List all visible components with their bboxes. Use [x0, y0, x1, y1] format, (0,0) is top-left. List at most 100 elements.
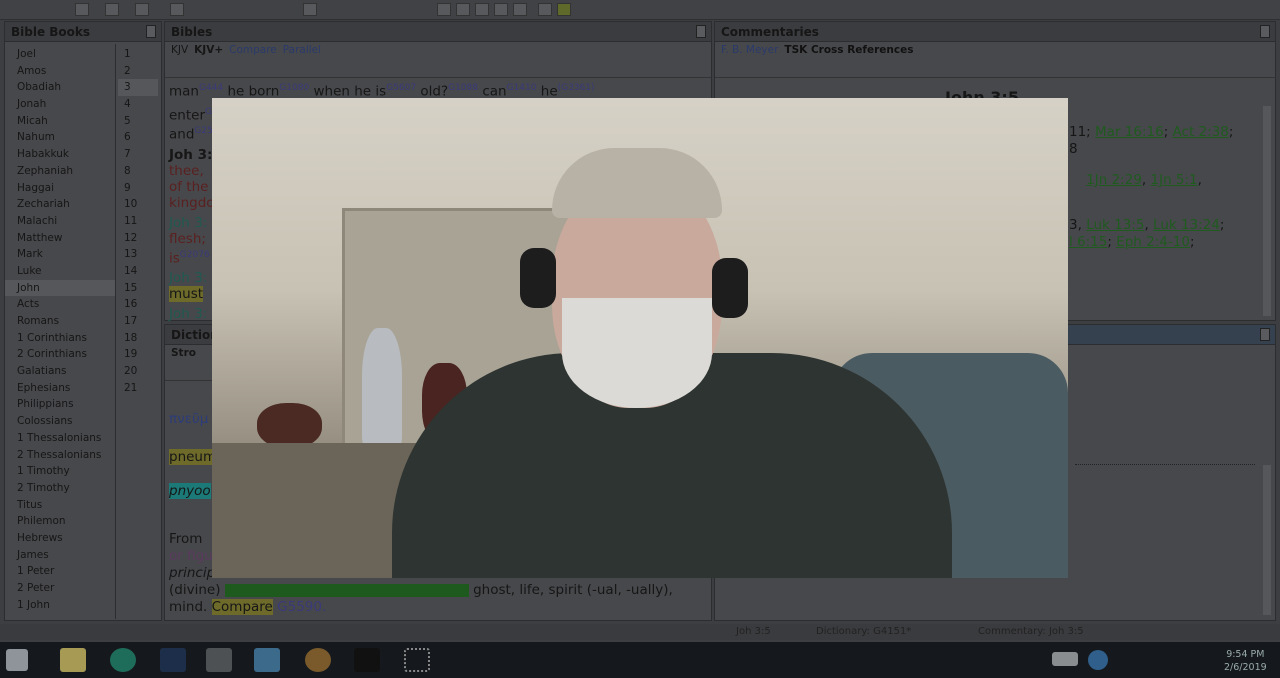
- layout-icon[interactable]: [437, 3, 451, 16]
- reference-link[interactable]: l 6:15: [1069, 234, 1107, 250]
- book-item[interactable]: 1 Corinthians: [5, 330, 115, 347]
- book-item[interactable]: 1 Timothy: [5, 463, 115, 480]
- chapter-item[interactable]: 10: [118, 196, 158, 213]
- book-item[interactable]: 1 John: [5, 597, 115, 614]
- book-item[interactable]: Titus: [5, 497, 115, 514]
- chapter-item[interactable]: 9: [118, 180, 158, 197]
- screen-capture-icon[interactable]: [404, 648, 430, 672]
- book-item[interactable]: Zechariah: [5, 196, 115, 213]
- chapter-list[interactable]: 1 2 3 4 5 6 7 8 9 10 11 12 13 14 15 16 17 18 19 20 21: [118, 46, 158, 396]
- chapter-item[interactable]: 20: [118, 363, 158, 380]
- book-item[interactable]: Romans: [5, 313, 115, 330]
- book-item[interactable]: 2 Peter: [5, 580, 115, 597]
- layout-b-icon[interactable]: [456, 3, 470, 16]
- layout-e-icon[interactable]: [513, 3, 527, 16]
- file-explorer-icon[interactable]: [60, 648, 86, 672]
- help-icon[interactable]: [1088, 650, 1108, 670]
- snipping-tool-icon[interactable]: [206, 648, 232, 672]
- strongs-link[interactable]: G5590.: [277, 599, 326, 615]
- chapter-item[interactable]: 4: [118, 96, 158, 113]
- book-item[interactable]: Luke: [5, 263, 115, 280]
- reference-link[interactable]: 1Jn 5:1: [1151, 172, 1198, 188]
- book-item[interactable]: 1 Peter: [5, 563, 115, 580]
- chapter-item[interactable]: 16: [118, 296, 158, 313]
- tab-commentary[interactable]: TSK Cross References: [784, 44, 913, 56]
- strongs-number[interactable]: G2076: [180, 250, 210, 260]
- book-item[interactable]: Jonah: [5, 96, 115, 113]
- book-icon[interactable]: [557, 3, 571, 16]
- book-list[interactable]: Joel Amos Obadiah Jonah Micah Nahum Habakkuk Ze…: [5, 46, 115, 613]
- webcam-icon[interactable]: [354, 648, 380, 672]
- chapter-item[interactable]: 12: [118, 230, 158, 247]
- book-item[interactable]: Amos: [5, 63, 115, 80]
- tab-kjv-[interactable]: KJV+: [194, 44, 223, 56]
- chapter-item[interactable]: 11: [118, 213, 158, 230]
- e-sword-icon[interactable]: [110, 648, 136, 672]
- pin-icon[interactable]: [1260, 328, 1270, 341]
- book-item[interactable]: 2 Timothy: [5, 480, 115, 497]
- book-item[interactable]: John: [5, 279, 115, 297]
- book-item[interactable]: Obadiah: [5, 79, 115, 96]
- tool-icon[interactable]: [303, 3, 317, 16]
- pin-icon[interactable]: [1260, 25, 1270, 38]
- tab-compare[interactable]: Compare: [229, 44, 277, 56]
- pin-icon[interactable]: [696, 25, 706, 38]
- chapter-item[interactable]: 3: [118, 79, 158, 97]
- book-item[interactable]: Habakkuk: [5, 146, 115, 163]
- chapter-item[interactable]: 7: [118, 146, 158, 163]
- book-item[interactable]: Matthew: [5, 230, 115, 247]
- strongs-number[interactable]: G1410: [507, 83, 537, 93]
- chapter-item[interactable]: 8: [118, 163, 158, 180]
- back-icon[interactable]: [105, 3, 119, 16]
- strongs-number[interactable]: G1088: [448, 83, 478, 93]
- strongs-number[interactable]: (G3361): [558, 83, 595, 93]
- chapter-item[interactable]: 19: [118, 346, 158, 363]
- tab-parallel[interactable]: Parallel: [283, 44, 321, 56]
- keyboard-icon[interactable]: [1052, 652, 1078, 666]
- tab-kjv[interactable]: KJV: [171, 44, 188, 56]
- windows-start-icon[interactable]: [6, 649, 28, 671]
- chrome-icon[interactable]: [305, 648, 331, 672]
- book-item[interactable]: 2 Corinthians: [5, 346, 115, 363]
- layout-d-icon[interactable]: [494, 3, 508, 16]
- strongs-number[interactable]: G5607: [386, 83, 416, 93]
- book-item[interactable]: Ephesians: [5, 380, 115, 397]
- chapter-item[interactable]: 15: [118, 280, 158, 297]
- chapter-item[interactable]: 6: [118, 129, 158, 146]
- book-item[interactable]: Nahum: [5, 129, 115, 146]
- tab-commentary[interactable]: F. B. Meyer: [721, 44, 778, 56]
- strongs-number[interactable]: G1080: [279, 83, 309, 93]
- book-item[interactable]: Micah: [5, 113, 115, 130]
- e-sword-blue-icon[interactable]: [254, 648, 280, 672]
- tab-strongs[interactable]: Stro: [171, 347, 196, 359]
- chapter-item[interactable]: 1: [118, 46, 158, 63]
- book-item[interactable]: Philippians: [5, 396, 115, 413]
- book-item[interactable]: Joel: [5, 46, 115, 63]
- book-item[interactable]: Haggai: [5, 180, 115, 197]
- book-item[interactable]: Philemon: [5, 513, 115, 530]
- chapter-item[interactable]: 14: [118, 263, 158, 280]
- reference-link[interactable]: 1Jn 2:29: [1086, 172, 1142, 188]
- chapter-item[interactable]: 17: [118, 313, 158, 330]
- chapter-item[interactable]: 21: [118, 380, 158, 397]
- clock[interactable]: 9:54 PM 2/6/2019: [1224, 648, 1267, 674]
- book-item[interactable]: Malachi: [5, 213, 115, 230]
- book-item[interactable]: Mark: [5, 246, 115, 263]
- search-icon[interactable]: [170, 3, 184, 16]
- bible-icon[interactable]: [75, 3, 89, 16]
- reference-link[interactable]: Mar 16:16: [1095, 124, 1164, 140]
- strongs-number[interactable]: G: [205, 107, 212, 117]
- book-item[interactable]: Hebrews: [5, 530, 115, 547]
- app-m-icon[interactable]: [160, 648, 186, 672]
- chapter-item[interactable]: 5: [118, 113, 158, 130]
- grid-icon[interactable]: [538, 3, 552, 16]
- strongs-number[interactable]: G25: [194, 126, 212, 136]
- pin-icon[interactable]: [146, 25, 156, 38]
- reference-link[interactable]: Luk 13:24: [1153, 217, 1220, 233]
- book-item[interactable]: Acts: [5, 296, 115, 313]
- chapter-item[interactable]: 2: [118, 63, 158, 80]
- strongs-number[interactable]: G444: [199, 83, 223, 93]
- forward-icon[interactable]: [135, 3, 149, 16]
- book-item[interactable]: Colossians: [5, 413, 115, 430]
- book-item[interactable]: Galatians: [5, 363, 115, 380]
